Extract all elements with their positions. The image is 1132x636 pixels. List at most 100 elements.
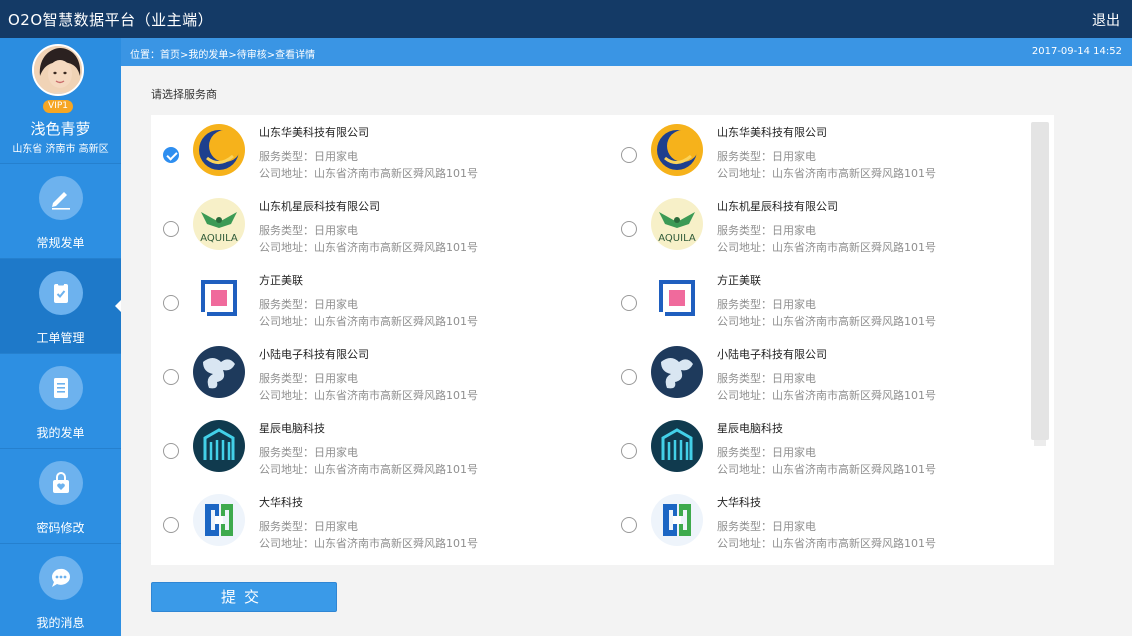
provider-card[interactable]: 山东华美科技有限公司 服务类型：日用家电公司地址：山东省济南市高新区舜风路101号 [163,121,583,191]
current-datetime: 2017-09-14 14:52 [1031,46,1122,57]
top-header: O2O智慧数据平台（业主端） 退出 [0,0,1132,38]
sidebar-item-label: 工单管理 [36,331,85,345]
provider-card[interactable]: 山东华美科技有限公司 服务类型：日用家电公司地址：山东省济南市高新区舜风路101号 [621,121,1041,191]
lock-heart-icon [39,461,83,505]
sidebar-item-label: 密码修改 [36,521,85,535]
breadcrumb: 位置：首页>我的发单>待审核>查看详情 [130,50,316,61]
crescent-logo [193,124,245,176]
provider-radio[interactable] [163,517,179,533]
provider-radio[interactable] [621,443,637,459]
sidebar-item-label: 常规发单 [36,236,85,250]
provider-card[interactable]: AQUILA 山东机星辰科技有限公司 服务类型：日用家电 公司地址：山东省济南市高新区… [621,195,1041,265]
provider-address: 公司地址：山东省济南市高新区舜风路101号 [259,241,478,254]
sidebar-item-my-orders[interactable]: 我的发单 [0,353,121,448]
provider-name: 星辰电脑科技 [717,422,783,435]
provider-service-type: 服务类型：日用家电 [259,224,358,237]
provider-name: 山东机星辰科技有限公司 [259,200,380,213]
pen-icon [39,176,83,220]
provider-address: 公司地址：山东省济南市高新区舜风路101号 [717,241,936,254]
user-profile: VIP1 浅色青萝 山东省 济南市 高新区 [0,38,121,163]
vip-badge: VIP1 [43,100,73,113]
provider-card[interactable]: 小陆电子科技有限公司 服务类型：日用家电公司地址：山东省济南市高新区舜风路101号 [163,343,583,413]
provider-card[interactable]: 方正美联服务类型：日用家电公司地址：山东省济南市高新区舜风路101号 [621,269,1041,339]
provider-radio[interactable] [163,147,179,163]
provider-name: 山东机星辰科技有限公司 [717,200,838,213]
provider-address: 公司地址：山东省济南市高新区舜风路101号 [259,537,478,550]
provider-address: 公司地址：山东省济南市高新区舜风路101号 [259,315,478,328]
provider-service-type: 服务类型：日用家电 [259,446,358,459]
building-logo [651,420,703,472]
provider-card[interactable]: 小陆电子科技有限公司 服务类型：日用家电公司地址：山东省济南市高新区舜风路101号 [621,343,1041,413]
provider-service-type: 服务类型：日用家电 [259,372,358,385]
aquila-logo-text: AQUILA [200,233,238,244]
provider-card[interactable]: 方正美联服务类型：日用家电公司地址：山东省济南市高新区舜风路101号 [163,269,583,339]
sidebar-item-change-password[interactable]: 密码修改 [0,448,121,543]
sidebar: VIP1 浅色青萝 山东省 济南市 高新区 常规发单 工单管理 我的发单 密码修… [0,38,121,636]
provider-name: 方正美联 [717,274,761,287]
cross-logo [651,494,703,546]
clipboard-check-icon [39,271,83,315]
user-name: 浅色青萝 [30,120,91,138]
provider-address: 公司地址：山东省济南市高新区舜风路101号 [717,463,936,476]
provider-radio[interactable] [163,221,179,237]
provider-address: 公司地址：山东省济南市高新区舜风路101号 [717,167,936,180]
square-frame-logo [193,272,245,324]
provider-address: 公司地址：山东省济南市高新区舜风路101号 [717,315,936,328]
provider-service-type: 服务类型：日用家电 [717,372,816,385]
aquila-logo: AQUILA [193,198,245,250]
provider-radio[interactable] [163,295,179,311]
provider-service-type: 服务类型：日用家电 [717,150,816,163]
provider-radio[interactable] [163,443,179,459]
provider-service-type: 服务类型：日用家电 [717,446,816,459]
active-indicator [115,300,121,312]
blob-logo [193,346,245,398]
document-list-icon [39,366,83,410]
section-title: 请选择服务商 [151,88,217,101]
provider-address: 公司地址：山东省济南市高新区舜风路101号 [717,389,936,402]
provider-radio[interactable] [621,147,637,163]
provider-card[interactable]: AQUILA 山东机星辰科技有限公司 服务类型：日用家电公司地址：山东省济南市高新区… [163,195,583,265]
provider-address: 公司地址：山东省济南市高新区舜风路101号 [259,463,478,476]
provider-card[interactable]: 大华科技 服务类型：日用家电 公司地址：山东省济南市高新区舜风路101号 [621,491,1041,561]
provider-name: 大华科技 [717,496,761,509]
provider-name: 山东华美科技有限公司 [717,126,827,139]
cross-logo [193,494,245,546]
provider-radio[interactable] [621,295,637,311]
provider-card[interactable]: 星辰电脑科技服务类型：日用家电公司地址：山东省济南市高新区舜风路101号 [163,417,583,487]
chat-bubble-icon [39,556,83,600]
provider-radio[interactable] [163,369,179,385]
blob-logo [651,346,703,398]
provider-radio[interactable] [621,517,637,533]
user-region: 山东省 济南市 高新区 [12,144,109,155]
provider-address: 公司地址：山东省济南市高新区舜风路101号 [259,167,478,180]
square-frame-logo [651,272,703,324]
sidebar-item-order-management[interactable]: 工单管理 [0,258,121,353]
provider-radio[interactable] [621,221,637,237]
aquila-logo: AQUILA [651,198,703,250]
provider-name: 星辰电脑科技 [259,422,325,435]
provider-service-type: 服务类型：日用家电 [717,520,816,533]
sidebar-item-label: 我的消息 [36,616,85,630]
crescent-logo [651,124,703,176]
avatar[interactable] [32,44,84,96]
provider-name: 小陆电子科技有限公司 [717,348,827,361]
aquila-logo-text: AQUILA [658,233,696,244]
provider-service-type: 服务类型：日用家电 [259,150,358,163]
provider-service-type: 服务类型：日用家电 [717,298,816,311]
app-title: O2O智慧数据平台（业主端） [8,11,214,29]
building-logo [193,420,245,472]
provider-card[interactable]: 大华科技服务类型：日用家电公司地址：山东省济南市高新区舜风路101号 [163,491,583,561]
sidebar-item-my-messages[interactable]: 我的消息 [0,543,121,636]
provider-radio[interactable] [621,369,637,385]
provider-name: 大华科技 [259,496,303,509]
sidebar-item-regular-order[interactable]: 常规发单 [0,163,121,258]
provider-name: 小陆电子科技有限公司 [259,348,369,361]
provider-name: 方正美联 [259,274,303,287]
provider-service-type: 服务类型：日用家电 [259,298,358,311]
provider-name: 山东华美科技有限公司 [259,126,369,139]
provider-card[interactable]: 星辰电脑科技服务类型：日用家电公司地址：山东省济南市高新区舜风路101号 [621,417,1041,487]
logout-link[interactable]: 退出 [1092,10,1120,30]
submit-button[interactable]: 提交 [151,582,337,612]
provider-address: 公司地址：山东省济南市高新区舜风路101号 [259,389,478,402]
provider-service-type: 服务类型：日用家电 [259,520,358,533]
